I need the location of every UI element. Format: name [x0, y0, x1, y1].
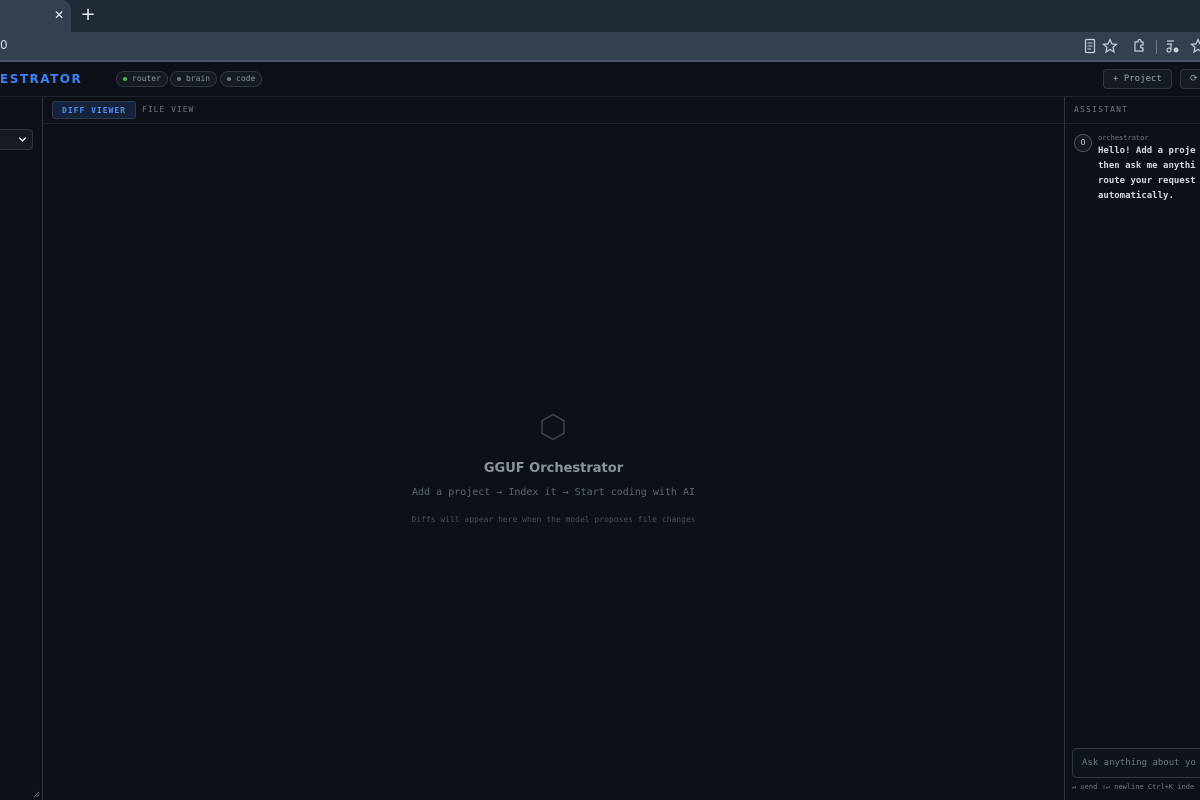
toolbar-separator [1156, 40, 1157, 54]
browser-tab-strip: ✕ + [0, 0, 1200, 32]
model-pill-code: code [220, 71, 263, 87]
bookmarks-star-icon[interactable] [1190, 38, 1200, 54]
refresh-icon: ⟳ [1190, 74, 1198, 84]
assistant-header: ASSISTANT [1065, 97, 1200, 124]
message-line: automatically. [1098, 191, 1174, 201]
model-pill-brain: brain [170, 71, 218, 87]
empty-state-title: GGUF Orchestrator [483, 461, 624, 476]
status-dot [227, 77, 231, 81]
message-sender: orchestrator [1098, 134, 1149, 142]
empty-state-hint: Diffs will appear here when the model pr… [411, 515, 696, 524]
app-header: ESTRATOR router brain code + Project ⟳ [0, 62, 1200, 97]
message-line: route your request [1098, 176, 1196, 186]
assistant-title: ASSISTANT [1074, 105, 1129, 114]
browser-tab[interactable]: ✕ [0, 0, 71, 32]
view-tabs: DIFF VIEWER FILE VIEW [43, 97, 1064, 124]
chat-input-container [1072, 748, 1200, 778]
left-sidebar [0, 97, 43, 800]
project-select[interactable] [0, 129, 33, 150]
add-project-button[interactable]: + Project [1103, 69, 1172, 89]
hexagon-icon [541, 413, 565, 441]
model-pill-router: router [116, 71, 168, 87]
app-title: ESTRATOR [0, 72, 83, 86]
message-line: Hello! Add a proje [1098, 146, 1196, 156]
assistant-panel: ASSISTANT O orchestrator Hello! Add a pr… [1064, 97, 1200, 800]
tab-file-view[interactable]: FILE VIEW [133, 101, 203, 119]
address-bar[interactable]: 0 [0, 32, 1200, 60]
status-dot [177, 77, 181, 81]
model-name: router [132, 74, 161, 83]
input-shortcut-hint: ↵ send ⇧↵ newline Ctrl+K inde [1072, 783, 1195, 791]
diff-panel: DIFF VIEWER FILE VIEW GGUF Orchestrator … [43, 97, 1064, 800]
tab-diff-viewer[interactable]: DIFF VIEWER [52, 101, 136, 119]
reading-mode-icon[interactable] [1082, 38, 1098, 54]
model-name: brain [186, 74, 211, 83]
bookmark-star-icon[interactable] [1102, 38, 1118, 54]
chat-input[interactable] [1074, 750, 1200, 776]
url-text: 0 [0, 38, 8, 52]
extensions-puzzle-icon[interactable] [1131, 38, 1147, 54]
chevron-down-icon [18, 137, 27, 142]
refresh-button[interactable]: ⟳ [1180, 69, 1200, 89]
message-line: then ask me anythi [1098, 161, 1196, 171]
avatar: O [1074, 134, 1092, 152]
model-name: code [236, 74, 256, 83]
empty-state-subtitle: Add a project → Index it → Start coding … [412, 487, 695, 498]
status-dot [123, 77, 127, 81]
close-tab-icon[interactable]: ✕ [51, 7, 67, 23]
resize-grip-icon[interactable] [33, 791, 40, 798]
new-tab-button[interactable]: + [78, 5, 98, 25]
media-controls-icon[interactable] [1164, 38, 1180, 54]
